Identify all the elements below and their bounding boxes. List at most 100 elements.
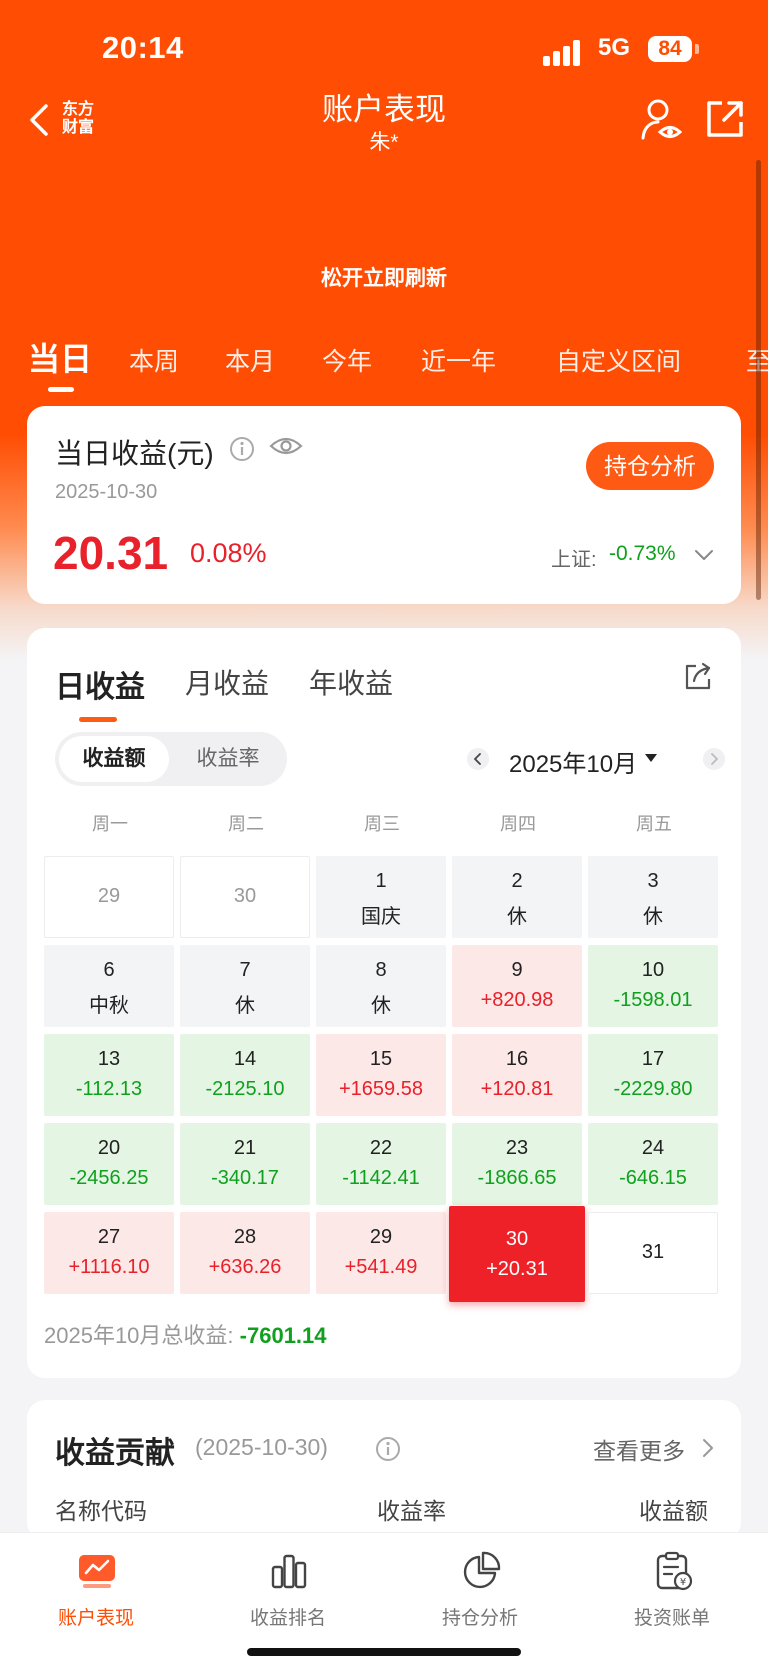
toggle-rate[interactable]: 收益率 xyxy=(173,736,283,782)
calendar-day[interactable]: 15 +1659.58 xyxy=(316,1034,446,1116)
calendar-day[interactable]: 1 国庆 xyxy=(316,856,446,938)
day-value: -2229.80 xyxy=(613,1078,693,1100)
day-value: -646.15 xyxy=(619,1167,687,1189)
calendar-day[interactable]: 7休 xyxy=(180,945,310,1027)
tab-monthly-profit[interactable]: 月收益 xyxy=(185,662,269,702)
calendar-day[interactable]: 9 +820.98 xyxy=(452,945,582,1027)
calendar-day[interactable]: 31 xyxy=(588,1212,718,1294)
day-number: 29 xyxy=(97,885,121,907)
calendar-day[interactable]: 14 -2125.10 xyxy=(180,1034,310,1116)
info-icon[interactable] xyxy=(229,436,255,462)
day-number: 27 xyxy=(97,1226,121,1248)
day-value: -340.17 xyxy=(211,1167,279,1189)
nav-label: 投资账单 xyxy=(633,1608,710,1629)
calendar-day[interactable]: 13 -112.13 xyxy=(44,1034,174,1116)
weekday-label: 周四 xyxy=(500,814,536,834)
day-value: +636.26 xyxy=(208,1256,282,1278)
day-value: +20.31 xyxy=(486,1258,548,1280)
day-value: +120.81 xyxy=(480,1078,554,1100)
calendar-day[interactable]: 3休 xyxy=(588,856,718,938)
tab-custom-range[interactable]: 自定义区间 xyxy=(556,342,681,378)
prev-month-icon[interactable] xyxy=(467,748,489,770)
calendar-day[interactable]: 20 -2456.25 xyxy=(44,1123,174,1205)
calendar-day-selected[interactable]: 30 +20.31 xyxy=(449,1206,585,1302)
export-icon[interactable] xyxy=(683,662,713,692)
profit-contribution-card: 收益贡献 (2025-10-30) 查看更多 名称代码 收益率 收益额 xyxy=(27,1400,741,1540)
calendar-day[interactable]: 29 +541.49 xyxy=(316,1212,446,1294)
scrollbar[interactable] xyxy=(756,160,761,600)
day-number: 28 xyxy=(233,1226,257,1248)
day-number: 17 xyxy=(641,1048,665,1070)
nav-label: 收益排名 xyxy=(249,1608,326,1629)
status-bar: 20:14 5G 84 xyxy=(0,30,768,76)
calendar-day[interactable]: 16 +120.81 xyxy=(452,1034,582,1116)
status-time: 20:14 xyxy=(102,30,184,65)
calendar-day[interactable]: 29 xyxy=(44,856,174,938)
battery-level: 84 xyxy=(658,37,682,60)
view-more-link[interactable]: 查看更多 xyxy=(593,1432,685,1466)
calendar-day[interactable]: 22 -1142.41 xyxy=(316,1123,446,1205)
toggle-amount[interactable]: 收益额 xyxy=(59,736,169,782)
day-number: 7 xyxy=(239,959,251,981)
next-month-icon[interactable] xyxy=(703,748,725,770)
tab-year[interactable]: 今年 xyxy=(322,342,372,378)
calendar-day[interactable]: 24 -646.15 xyxy=(588,1123,718,1205)
nav-profit-ranking[interactable]: 收益排名 xyxy=(192,1551,384,1631)
weekday-label: 周一 xyxy=(92,814,128,834)
day-value: 休 xyxy=(507,906,527,928)
info-icon[interactable] xyxy=(375,1436,401,1462)
day-number: 30 xyxy=(505,1228,529,1250)
day-value: 国庆 xyxy=(361,906,401,928)
calendar-day[interactable]: 27 +1116.10 xyxy=(44,1212,174,1294)
day-number: 29 xyxy=(369,1226,393,1248)
month-total-label: 2025年10月总收益: xyxy=(44,1323,234,1348)
caret-down-icon[interactable] xyxy=(645,754,657,762)
profit-date: 2025-10-30 xyxy=(55,481,158,503)
day-value: -1866.65 xyxy=(477,1167,557,1189)
column-header-name: 名称代码 xyxy=(55,1498,147,1524)
tab-month[interactable]: 本月 xyxy=(225,342,275,378)
nav-account-performance[interactable]: 账户表现 xyxy=(0,1551,192,1631)
battery-icon: 84 xyxy=(648,36,692,62)
user-privacy-icon[interactable] xyxy=(640,98,682,142)
day-value: +1659.58 xyxy=(339,1078,423,1100)
eye-icon[interactable] xyxy=(269,434,303,458)
daily-profit-title: 当日收益(元) xyxy=(55,438,214,469)
contribution-title: 收益贡献 xyxy=(55,1437,175,1470)
day-number: 15 xyxy=(369,1048,393,1070)
share-icon[interactable] xyxy=(704,98,746,140)
day-number: 24 xyxy=(641,1137,665,1159)
weekday-label: 周二 xyxy=(228,814,264,834)
tab-daily-profit[interactable]: 日收益 xyxy=(55,662,145,722)
calendar-day[interactable]: 23 -1866.65 xyxy=(452,1123,582,1205)
holding-analysis-button[interactable]: 持仓分析 xyxy=(586,442,714,490)
tab-yearly-profit[interactable]: 年收益 xyxy=(309,662,393,702)
calendar-day[interactable]: 10 -1598.01 xyxy=(588,945,718,1027)
nav-holding-analysis[interactable]: 持仓分析 xyxy=(384,1551,576,1631)
index-label: 上证: xyxy=(551,549,597,571)
day-number: 31 xyxy=(641,1241,665,1263)
nav-label: 账户表现 xyxy=(57,1608,134,1629)
calendar-day[interactable]: 30 xyxy=(180,856,310,938)
day-value: +541.49 xyxy=(344,1256,418,1278)
tab-week[interactable]: 本周 xyxy=(129,342,179,378)
tab-today[interactable]: 当日 xyxy=(28,334,92,392)
column-header-rate: 收益率 xyxy=(377,1498,446,1524)
tab-last-year[interactable]: 近一年 xyxy=(421,342,496,378)
column-header-amount: 收益额 xyxy=(639,1498,708,1524)
calendar-day[interactable]: 17 -2229.80 xyxy=(588,1034,718,1116)
chevron-down-icon[interactable] xyxy=(693,544,715,566)
calendar-day[interactable]: 8休 xyxy=(316,945,446,1027)
calendar-day[interactable]: 2休 xyxy=(452,856,582,938)
day-value: -1598.01 xyxy=(613,989,693,1011)
chevron-right-icon[interactable] xyxy=(701,1438,715,1458)
nav-investment-bill[interactable]: ¥ 投资账单 xyxy=(576,1551,768,1631)
calendar-day[interactable]: 6 中秋 xyxy=(44,945,174,1027)
nav-label: 持仓分析 xyxy=(441,1608,518,1629)
day-value: +820.98 xyxy=(480,989,554,1011)
calendar-day[interactable]: 28 +636.26 xyxy=(180,1212,310,1294)
calendar-day[interactable]: 21 -340.17 xyxy=(180,1123,310,1205)
day-number: 22 xyxy=(369,1137,393,1159)
month-selector[interactable]: 2025年10月 xyxy=(509,744,637,779)
home-indicator xyxy=(247,1648,521,1656)
